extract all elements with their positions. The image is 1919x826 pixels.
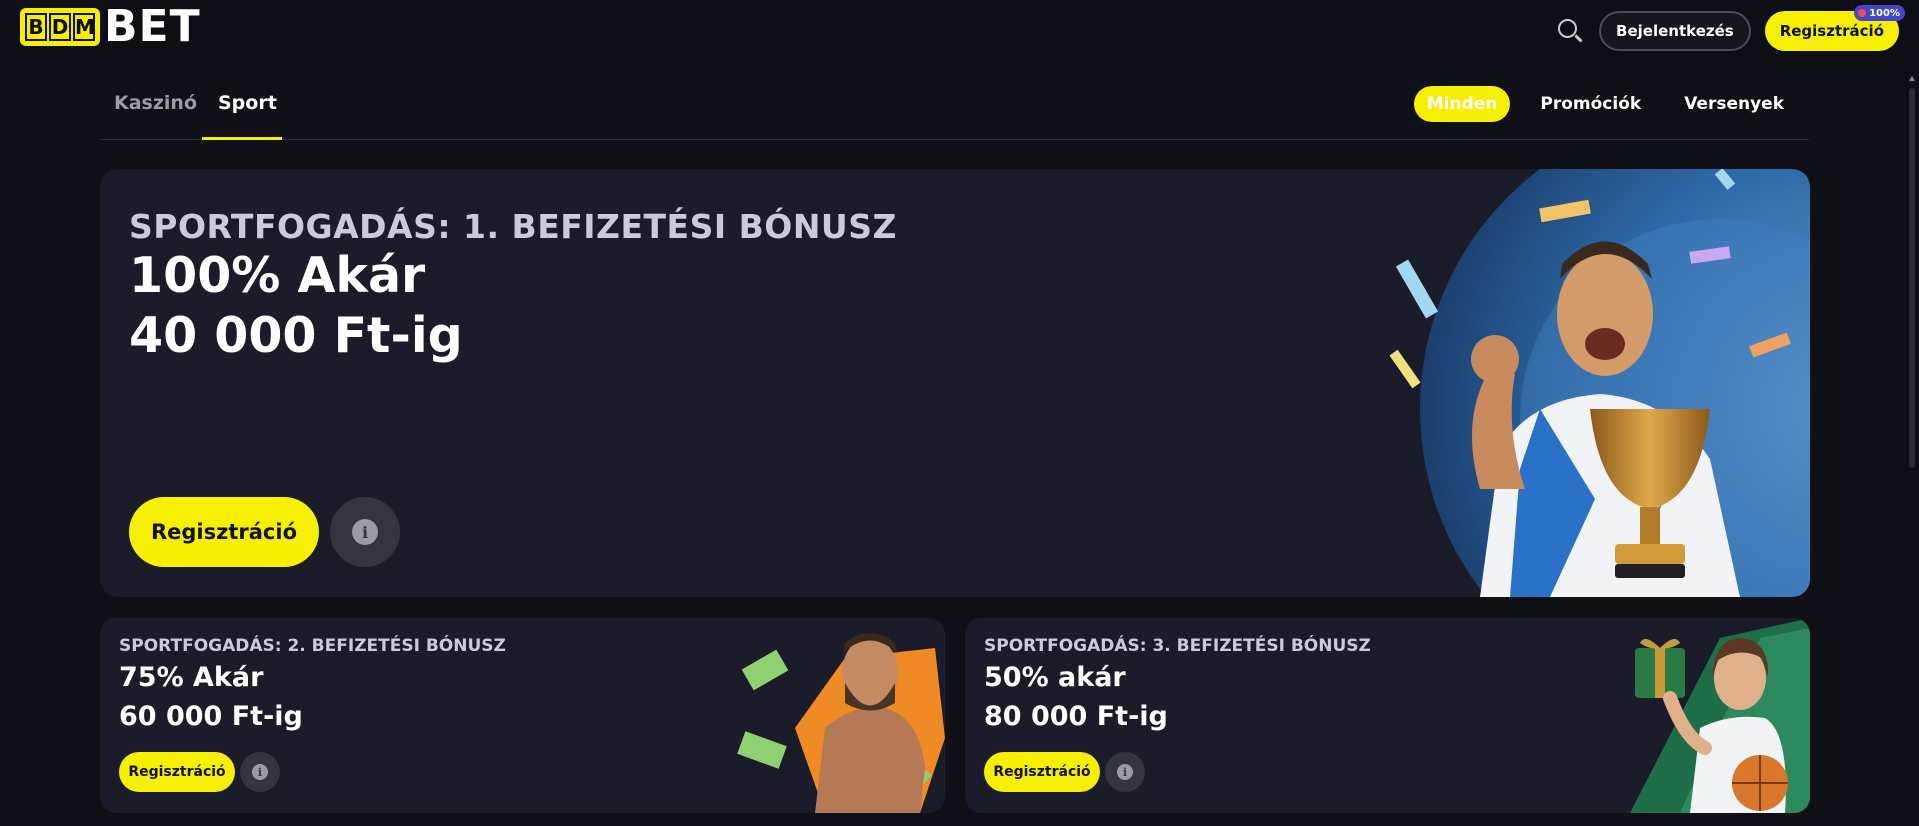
tab-sport[interactable]: Sport <box>218 92 277 114</box>
logo-letter: D <box>49 13 71 41</box>
info-icon: i <box>1117 764 1133 780</box>
top-bar: B D M BET Bejelentkezés Regisztráció 100… <box>0 0 1919 64</box>
card-bonus-amount: 80 000 Ft-ig <box>984 701 1168 732</box>
card-kicker: SPORTFOGADÁS: 2. BEFIZETÉSI BÓNUSZ <box>119 636 506 656</box>
card-bonus-amount: 60 000 Ft-ig <box>119 701 303 732</box>
promo-card-third-deposit[interactable]: SPORTFOGADÁS: 3. BEFIZETÉSI BÓNUSZ 50% a… <box>965 618 1810 813</box>
tab-casino[interactable]: Kaszinó <box>114 92 197 114</box>
scroll-up-icon[interactable] <box>1909 76 1915 81</box>
logo-mark: B D M <box>20 8 100 46</box>
fighter-illustration <box>737 633 945 813</box>
trophy-player-illustration <box>1390 169 1810 597</box>
hero-promo-card[interactable]: SPORTFOGADÁS: 1. BEFIZETÉSI BÓNUSZ 100% … <box>100 169 1810 597</box>
bonus-badge-text: 100% <box>1869 7 1900 19</box>
register-button-label: Regisztráció <box>1779 22 1884 40</box>
card-bonus-percent: 75% Akár <box>119 662 264 693</box>
scrollbar-thumb[interactable] <box>1909 88 1915 468</box>
card-bonus-percent: 50% akár <box>984 662 1126 693</box>
register-button[interactable]: Regisztráció 100% <box>1764 5 1905 51</box>
section-nav: Kaszinó Sport Minden Promóciók Versenyek <box>100 64 1809 140</box>
hero-bonus-amount: 40 000 Ft-ig <box>129 307 463 364</box>
filter-promotions[interactable]: Promóciók <box>1527 86 1654 122</box>
logo-letter: M <box>73 13 95 41</box>
hero-bonus-percent: 100% Akár <box>129 247 426 304</box>
logo-letter: B <box>25 13 47 41</box>
info-icon: i <box>352 519 378 545</box>
card-kicker: SPORTFOGADÁS: 3. BEFIZETÉSI BÓNUSZ <box>984 636 1371 656</box>
hero-register-button[interactable]: Regisztráció <box>129 497 319 567</box>
search-icon[interactable] <box>1555 16 1585 46</box>
header-actions: Bejelentkezés Regisztráció 100% <box>1555 5 1905 51</box>
card-register-button[interactable]: Regisztráció <box>984 752 1100 792</box>
login-button[interactable]: Bejelentkezés <box>1599 11 1751 51</box>
hero-info-button[interactable]: i <box>330 497 400 567</box>
active-tab-indicator <box>202 137 282 140</box>
card-register-button[interactable]: Regisztráció <box>119 752 235 792</box>
info-icon: i <box>252 764 268 780</box>
filter-pills: Minden Promóciók Versenyek <box>1413 86 1797 122</box>
hero-kicker: SPORTFOGADÁS: 1. BEFIZETÉSI BÓNUSZ <box>129 207 897 246</box>
card-info-button[interactable]: i <box>240 752 280 792</box>
logo[interactable]: B D M BET <box>20 1 201 52</box>
promo-card-second-deposit[interactable]: SPORTFOGADÁS: 2. BEFIZETÉSI BÓNUSZ 75% A… <box>100 618 945 813</box>
filter-all[interactable]: Minden <box>1413 86 1511 122</box>
basketball-player-illustration <box>1630 618 1810 813</box>
logo-word: BET <box>104 1 201 52</box>
page-scrollbar[interactable] <box>1905 64 1919 826</box>
flag-icon <box>1858 9 1867 17</box>
card-info-button[interactable]: i <box>1105 752 1145 792</box>
bonus-badge: 100% <box>1854 5 1905 21</box>
filter-tournaments[interactable]: Versenyek <box>1671 86 1797 122</box>
